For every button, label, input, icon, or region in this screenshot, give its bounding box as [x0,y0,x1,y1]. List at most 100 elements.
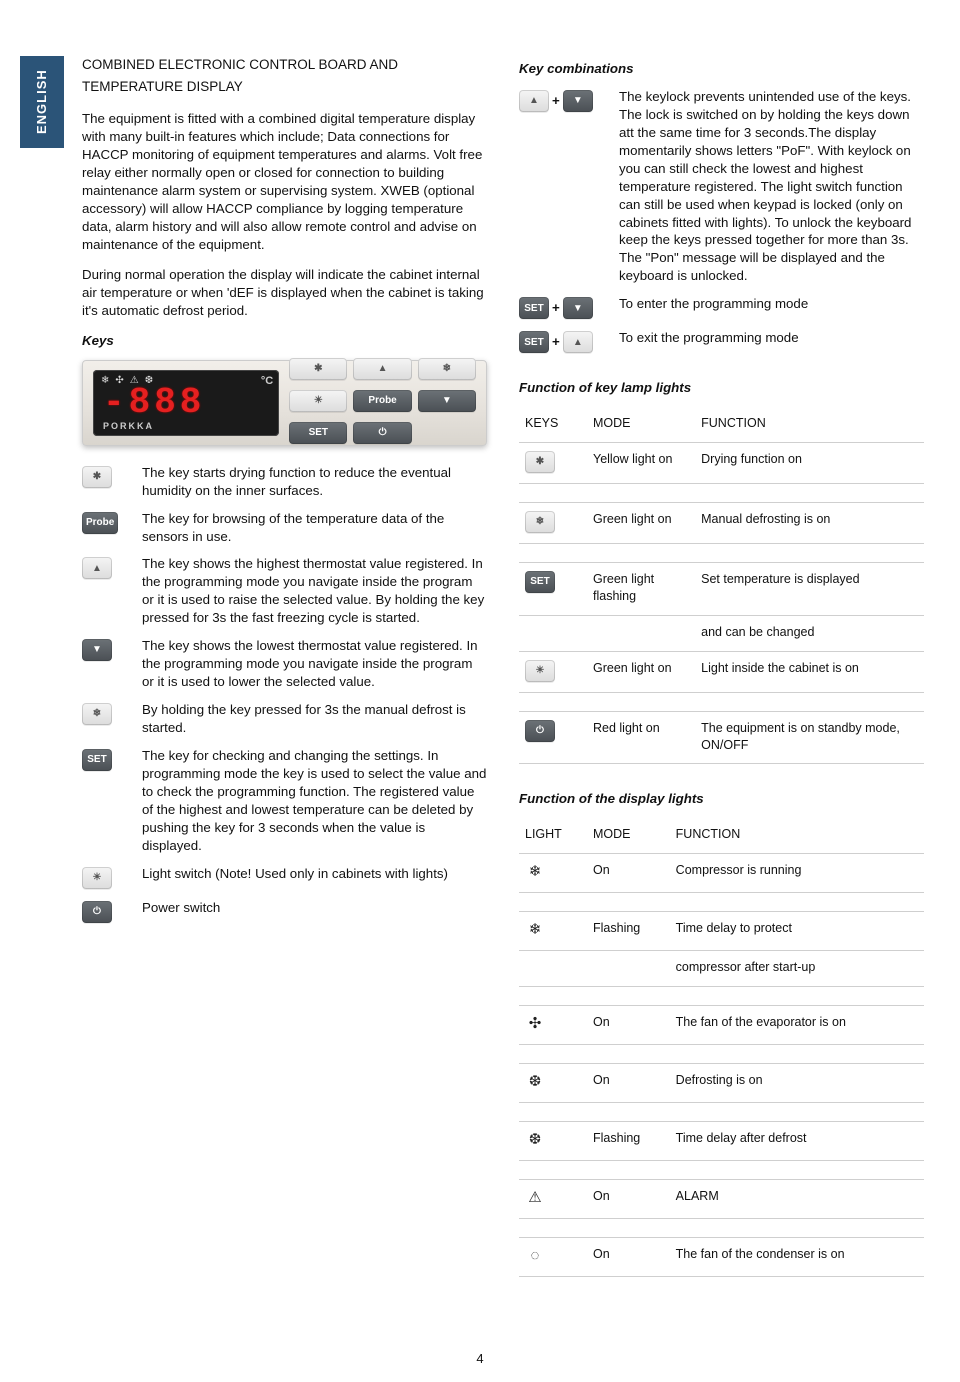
display-cell-function [670,987,924,1006]
combo-lock-right-icon[interactable]: ▼ [563,90,593,112]
table-row: compressor after start-up [519,951,924,987]
combo-enter-prog-right-icon[interactable]: ▼ [563,297,593,319]
keylamp-key-icon: ⏻ [525,720,555,742]
display-cell-function [670,1161,924,1180]
display-cell-function: The fan of the evaporator is on [670,1006,924,1045]
combo-lock-row: ▲+▼The keylock prevents unintended use o… [519,88,924,285]
keylamp-cell-mode: Green light flashing [587,563,695,616]
keylamp-cell-key [519,692,587,711]
keylamp-key-icon: ✱ [525,451,555,473]
keylamp-cell-function: Light inside the cabinet is on [695,651,924,692]
table-row: ⏻Red light onThe equipment is on standby… [519,711,924,764]
key-light-row: ☀ Light switch (Note! Used only in cabine… [82,865,487,889]
display-cell-function: Time delay to protect [670,912,924,951]
display-cell-mode: Flashing [587,1122,670,1161]
keylamp-table: KEYS MODE FUNCTION ✱Yellow light onDryin… [519,407,924,764]
table-row: ❆OnDefrosting is on [519,1064,924,1103]
keypad-power-icon[interactable]: ⏻ [353,422,411,444]
display-cell-function: Defrosting is on [670,1064,924,1103]
key-dry-description: The key starts drying function to reduce… [142,464,487,500]
combo-exit-prog-left-icon[interactable]: SET [519,331,549,353]
keylamp-key-icon: ❄ [525,511,555,533]
table-row: ❄Green light onManual defrosting is on [519,503,924,544]
key-light-icon-wrap: ☀ [82,867,130,889]
keypad-defrost-icon[interactable]: ❄ [418,358,476,380]
controller-display-image: ❄ ✣ ⚠ ❆ -888 °C PORKKA ✱ ▲ ❄ ☀ Probe ▼ [82,360,487,446]
combo-exit-prog-description: To exit the programming mode [619,329,924,347]
display-cell-light [519,951,587,987]
keylamp-cell-function: and can be changed [695,615,924,651]
keypad-set-icon[interactable]: SET [289,422,347,444]
keylamp-cell-mode: Red light on [587,711,695,764]
key-probe-row: ProbeThe key for browsing of the tempera… [82,510,487,546]
key-down-icon[interactable]: ▼ [82,639,112,661]
table-row [519,987,924,1006]
display-cell-light [519,893,587,912]
display-digits: -888 [103,385,205,421]
combo-enter-prog-left-icon[interactable]: SET [519,297,549,319]
combo-lock-left-icon[interactable]: ▲ [519,90,549,112]
table-row: SETGreen light flashingSet temperature i… [519,563,924,616]
display-cell-mode: On [587,1180,670,1219]
indicator-icon: ❄ [101,374,109,388]
keylamp-header-mode: MODE [587,407,695,442]
keypad-dry-icon[interactable]: ✱ [289,358,347,380]
keylamp-cell-mode [587,544,695,563]
keypad-down-icon[interactable]: ▼ [418,390,476,412]
keylamp-header-keys: KEYS [519,407,587,442]
keylamp-key-icon: ☀ [525,660,555,682]
display-cell-function [670,893,924,912]
table-row: ✣OnThe fan of the evaporator is on [519,1006,924,1045]
display-indicators: ❄ ✣ ⚠ ❆ [101,374,153,388]
two-column-layout: COMBINED ELECTRONIC CONTROL BOARD AND TE… [82,56,924,1303]
key-light-icon[interactable]: ☀ [82,867,112,889]
display-cell-light: ❄ [519,912,587,951]
page-number: 4 [0,1350,960,1368]
display-header-mode: MODE [587,818,670,853]
keylamp-cell-mode [587,692,695,711]
display-cell-mode: On [587,1238,670,1277]
keylamp-cell-function: Drying function on [695,443,924,484]
display-cell-light: ❆ [519,1064,587,1103]
key-up-row: ▲The key shows the highest thermostat va… [82,555,487,627]
plus-icon: + [549,299,563,317]
display-cell-function: Time delay after defrost [670,1122,924,1161]
key-up-icon[interactable]: ▲ [82,557,112,579]
key-power-icon[interactable]: ⏻ [82,901,112,923]
display-cell-mode [587,1219,670,1238]
display-cell-mode: On [587,1006,670,1045]
keys-list: ✱ The key starts drying function to reduc… [82,464,487,923]
keypad-light-icon[interactable]: ☀ [289,390,347,412]
keylamp-cell-key [519,544,587,563]
key-probe-icon[interactable]: Probe [82,512,118,534]
key-defrost-icon[interactable]: ❄ [82,703,112,725]
display-lights-table: LIGHT MODE FUNCTION ❄OnCompressor is run… [519,818,924,1277]
keylamp-cell-key: ✱ [519,443,587,484]
key-down-row: ▼The key shows the lowest thermostat val… [82,637,487,691]
display-cell-light [519,987,587,1006]
manual-page: ENGLISH COMBINED ELECTRONIC CONTROL BOAR… [0,0,960,1382]
combo-exit-prog-right-icon[interactable]: ▲ [563,331,593,353]
keylamp-cell-mode [587,615,695,651]
display-light-icon: ❆ [525,1072,545,1092]
keypad-up-icon[interactable]: ▲ [353,358,411,380]
table-row [519,893,924,912]
keypad-probe-icon[interactable]: Probe [353,390,411,412]
keylamp-cell-key: ☀ [519,651,587,692]
sidebar-language: ENGLISH [20,56,64,148]
key-up-icon-wrap: ▲ [82,557,130,579]
key-dry-icon[interactable]: ✱ [82,466,112,488]
key-probe-icon-wrap: Probe [82,512,130,534]
display-brand: PORKKA [103,420,154,432]
key-defrost-row: ❄By holding the key pressed for 3s the m… [82,701,487,737]
combo-exit-prog-icons: SET+▲ [519,331,607,353]
display-cell-function [670,1103,924,1122]
key-light-description: Light switch (Note! Used only in cabinet… [142,865,487,883]
key-power-icon-wrap: ⏻ [82,901,130,923]
display-cell-light [519,1045,587,1064]
key-set-icon[interactable]: SET [82,749,112,771]
keylamp-cell-key: ⏻ [519,711,587,764]
section-title-line2: TEMPERATURE DISPLAY [82,78,487,96]
display-cell-light: ✣ [519,1006,587,1045]
keylamp-key-icon: SET [525,571,555,593]
